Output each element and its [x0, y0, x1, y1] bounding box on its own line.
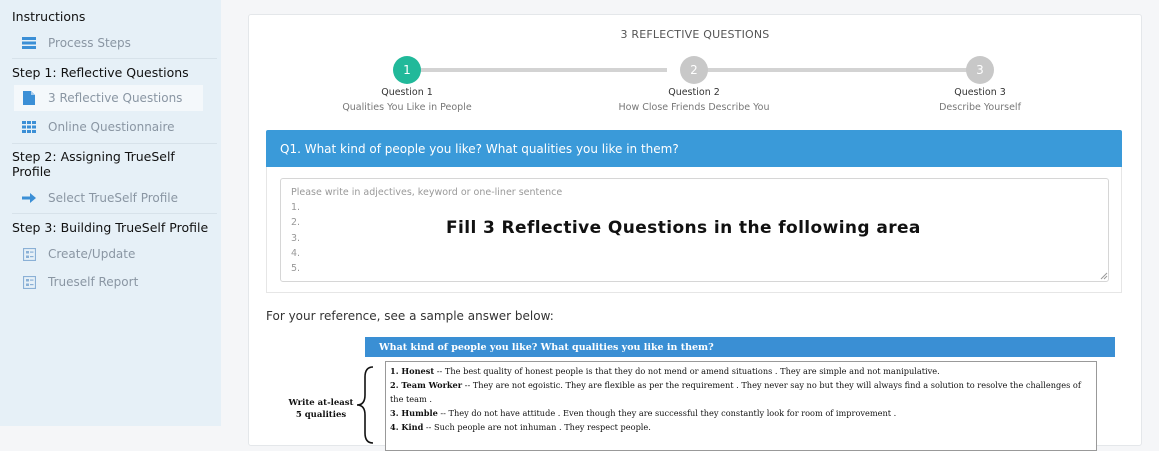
question-header: Q1. What kind of people you like? What q…: [266, 130, 1122, 167]
sample-item: 4. Kind -- Such people are not inhuman .…: [390, 422, 651, 432]
stepper-line: [407, 68, 667, 72]
sidebar-item-reflective-questions[interactable]: 3 Reflective Questions: [14, 85, 203, 111]
sidebar-heading-step3: Step 3: Building TrueSelf Profile: [12, 220, 209, 235]
grid-icon: [22, 120, 36, 134]
sample-header: What kind of people you like? What quali…: [365, 337, 1115, 357]
list-icon: [22, 36, 36, 50]
sidebar-heading-step2: Step 2: Assigning TrueSelf Profile: [12, 149, 175, 179]
question-text: Q1. What kind of people you like? What q…: [280, 141, 679, 156]
sample-item: 2. Team Worker -- They are not egoistic.…: [390, 380, 1081, 404]
form-icon: [22, 275, 36, 289]
main-card: 3 REFLECTIVE QUESTIONS 1 2 3 Question 1 …: [248, 14, 1142, 451]
sidebar-heading-instructions: Instructions: [12, 9, 86, 24]
resize-handle-icon[interactable]: [1100, 272, 1108, 280]
sidebar-item-online-questionnaire[interactable]: Online Questionnaire: [14, 114, 203, 140]
reference-text: For your reference, see a sample answer …: [266, 309, 554, 323]
stepper-line: [695, 68, 967, 72]
sidebar-item-process-steps[interactable]: Process Steps: [14, 30, 203, 56]
step-2-subtitle: How Close Friends Describe You: [618, 102, 770, 113]
step-1-circle[interactable]: 1: [393, 56, 421, 84]
divider: [12, 143, 217, 144]
form-icon: [22, 247, 36, 261]
step-3-title: Question 3: [954, 87, 1006, 98]
page-title: 3 REFLECTIVE QUESTIONS: [620, 28, 770, 41]
sidebar-heading-step1: Step 1: Reflective Questions: [12, 65, 189, 80]
sidebar-item-select-profile[interactable]: Select TrueSelf Profile: [14, 185, 203, 211]
sidebar: Instructions Process Steps Step 1: Refle…: [0, 0, 221, 426]
sidebar-item-label: Select TrueSelf Profile: [48, 191, 179, 205]
step-2-circle[interactable]: 2: [680, 56, 708, 84]
step-1-subtitle: Qualities You Like in People: [342, 102, 472, 113]
step-2-title: Question 2: [668, 87, 720, 98]
sidebar-item-create-update[interactable]: Create/Update: [14, 241, 203, 267]
sample-item: 1. Honest -- The best quality of honest …: [390, 366, 940, 376]
curly-brace-icon: [356, 366, 374, 444]
divider: [12, 213, 217, 214]
sidebar-item-label: Process Steps: [48, 36, 131, 50]
sample-answer: 1. Honest -- The best quality of honest …: [385, 361, 1097, 451]
sidebar-item-trueself-report[interactable]: Trueself Report: [14, 269, 203, 295]
step-1-title: Question 1: [381, 87, 433, 98]
sidebar-item-label: Create/Update: [48, 247, 136, 261]
sample-item: 3. Humble -- They do not have attitude .…: [390, 408, 897, 418]
divider: [12, 58, 217, 59]
step-3-circle[interactable]: 3: [966, 56, 994, 84]
sidebar-item-label: Trueself Report: [48, 275, 139, 289]
step-3-subtitle: Describe Yourself: [939, 102, 1021, 113]
sidebar-item-label: 3 Reflective Questions: [48, 91, 183, 105]
instruction-overlay: Fill 3 Reflective Questions in the follo…: [446, 218, 921, 238]
sidebar-item-label: Online Questionnaire: [48, 120, 175, 134]
arrow-right-icon: [22, 191, 36, 205]
document-icon: [22, 91, 36, 105]
